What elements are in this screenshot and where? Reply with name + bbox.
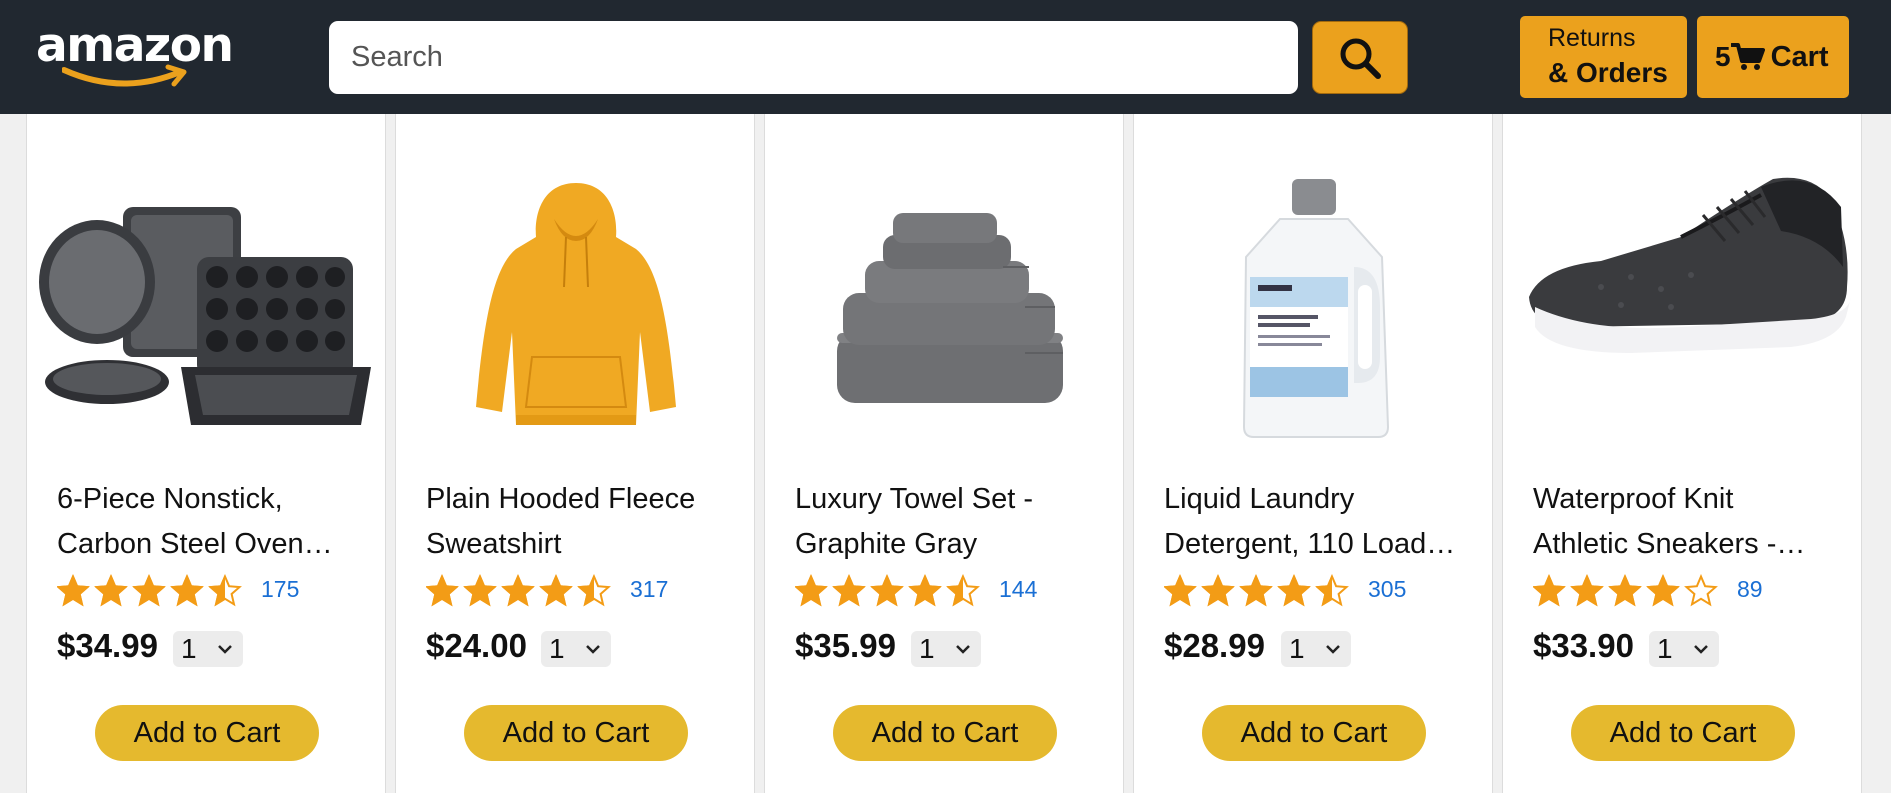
add-to-cart-button[interactable]: Add to Cart (833, 705, 1057, 761)
quantity-select[interactable]: 1 (1649, 631, 1719, 667)
rating-count-link[interactable]: 305 (1368, 576, 1406, 603)
add-to-cart-button[interactable]: Add to Cart (1571, 705, 1795, 761)
product-title[interactable]: 6-Piece Nonstick, Carbon Steel Oven Bake… (57, 477, 357, 567)
quantity-value: 1 (1657, 633, 1673, 664)
quantity-select[interactable]: 1 (911, 631, 981, 667)
product-price: $35.99 (795, 627, 896, 664)
product-title[interactable]: Plain Hooded Fleece Sweatshirt (426, 477, 726, 567)
product-price: $34.99 (57, 627, 158, 664)
product-card: Waterproof Knit Athletic Sneakers - Gray… (1502, 96, 1862, 793)
product-rating: 89 (1533, 573, 1763, 609)
chevron-down-icon (1326, 645, 1340, 654)
product-rating: 305 (1164, 573, 1406, 609)
cart-label: Cart (1770, 40, 1829, 73)
product-price: $28.99 (1164, 627, 1265, 664)
returns-orders-button[interactable]: Returns & Orders (1520, 16, 1687, 98)
chevron-down-icon (586, 645, 600, 654)
search-input[interactable] (329, 21, 1298, 94)
search-button[interactable] (1312, 21, 1408, 94)
star-rating-icon (795, 574, 980, 607)
add-to-cart-button[interactable]: Add to Cart (464, 705, 688, 761)
product-price: $33.90 (1533, 627, 1634, 664)
cart-count: 5 (1715, 41, 1731, 72)
star-rating-icon (1164, 574, 1349, 607)
chevron-down-icon (956, 645, 970, 654)
quantity-value: 1 (1289, 633, 1305, 664)
product-image-towels[interactable] (773, 157, 1117, 457)
orders-label: & Orders (1548, 57, 1668, 88)
rating-count-link[interactable]: 144 (999, 576, 1037, 603)
product-image-sneaker[interactable] (1511, 157, 1855, 457)
quantity-value: 1 (919, 633, 935, 664)
product-title[interactable]: Luxury Towel Set - Graphite Gray (795, 477, 1095, 567)
quantity-value: 1 (549, 633, 565, 664)
sneaker-image (1529, 177, 1851, 353)
product-card: Plain Hooded Fleece Sweatshirt 317 $24.0… (395, 96, 755, 793)
star-rating-icon (57, 574, 242, 607)
bakeware-image (39, 207, 371, 425)
product-price: $24.00 (426, 627, 527, 664)
chevron-down-icon (218, 645, 232, 654)
product-title[interactable]: Liquid Laundry Detergent, 110 Loads, 82.… (1164, 477, 1464, 567)
add-to-cart-button[interactable]: Add to Cart (95, 705, 319, 761)
product-image-hoodie[interactable] (404, 157, 748, 457)
chevron-down-icon (1694, 645, 1708, 654)
quantity-select[interactable]: 1 (541, 631, 611, 667)
rating-count-link[interactable]: 317 (630, 576, 668, 603)
quantity-select[interactable]: 1 (1281, 631, 1351, 667)
cart-button[interactable]: 5 Cart (1697, 16, 1849, 98)
star-rating-icon (426, 574, 611, 607)
returns-label: Returns (1548, 24, 1636, 52)
product-rating: 317 (426, 573, 668, 609)
product-title[interactable]: Waterproof Knit Athletic Sneakers - Gray (1533, 477, 1833, 567)
product-image-detergent[interactable] (1142, 157, 1486, 457)
amazon-logo[interactable]: amazon (36, 18, 234, 92)
quantity-value: 1 (181, 633, 197, 664)
add-to-cart-button[interactable]: Add to Cart (1202, 705, 1426, 761)
product-rating: 144 (795, 573, 1037, 609)
product-image-bakeware[interactable] (35, 157, 379, 457)
logo-text: amazon (36, 18, 234, 73)
product-rating: 175 (57, 573, 299, 609)
towel-set-image (837, 213, 1063, 403)
quantity-select[interactable]: 1 (173, 631, 243, 667)
rating-count-link[interactable]: 89 (1737, 576, 1763, 603)
header: amazon Returns & Orders 5 Cart (0, 0, 1891, 114)
hoodie-image (476, 183, 676, 425)
detergent-bottle-image (1242, 179, 1390, 438)
rating-count-link[interactable]: 175 (261, 576, 299, 603)
product-card: Luxury Towel Set - Graphite Gray 144 $35… (764, 96, 1124, 793)
product-card: Liquid Laundry Detergent, 110 Loads, 82.… (1133, 96, 1493, 793)
product-card: 6-Piece Nonstick, Carbon Steel Oven Bake… (26, 96, 386, 793)
search-icon (1340, 38, 1381, 79)
cart-icon (1730, 43, 1765, 70)
smile-arrow-icon (62, 64, 187, 87)
star-rating-icon (1533, 574, 1718, 607)
